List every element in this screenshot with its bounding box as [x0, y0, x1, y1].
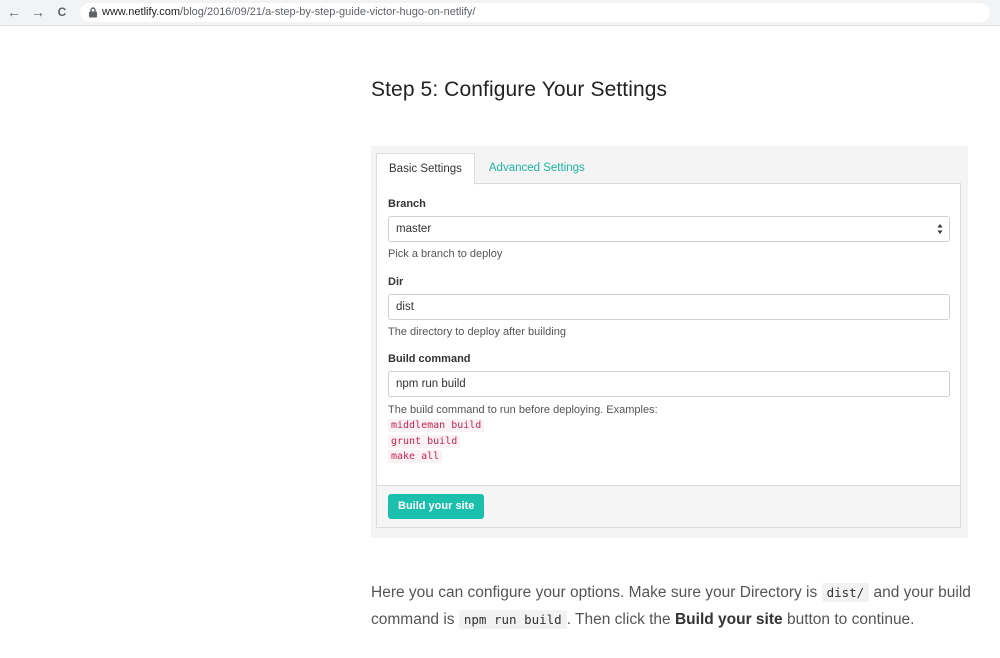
- branch-label: Branch: [388, 198, 426, 210]
- tab-advanced-settings[interactable]: Advanced Settings: [475, 153, 597, 184]
- back-arrow-icon[interactable]: ←: [6, 4, 22, 20]
- url-path: /blog/2016/09/21/a-step-by-step-guide-vi…: [180, 6, 476, 18]
- bold-build-your-site: Build your site: [674, 611, 783, 628]
- lock-icon: [89, 7, 97, 18]
- browser-toolbar: ← → C www.netlify.com/blog/2016/09/21/a-…: [0, 0, 1000, 26]
- address-bar[interactable]: www.netlify.com/blog/2016/09/21/a-step-b…: [80, 3, 990, 22]
- step-heading: Step 5: Configure Your Settings: [371, 78, 668, 101]
- instructions-paragraph: Here you can configure your options. Mak…: [371, 579, 971, 633]
- build-command-label: Build command: [388, 353, 471, 365]
- dir-field[interactable]: dist: [388, 294, 950, 320]
- dir-help: The directory to deploy after building: [388, 326, 566, 338]
- example-middleman: middleman build: [388, 419, 485, 432]
- build-command-help: The build command to run before deployin…: [388, 404, 658, 416]
- build-command-value: npm run build: [396, 378, 466, 390]
- build-command-field[interactable]: npm run build: [388, 371, 950, 397]
- dir-value: dist: [396, 301, 414, 313]
- branch-help: Pick a branch to deploy: [388, 248, 503, 260]
- branch-select[interactable]: master: [388, 216, 950, 242]
- tab-basic-settings[interactable]: Basic Settings: [376, 153, 475, 185]
- example-make: make all: [388, 450, 443, 463]
- url-domain: www.netlify.com: [102, 6, 181, 18]
- settings-form: Branch master Pick a branch to deploy Di…: [376, 183, 961, 486]
- forward-arrow-icon[interactable]: →: [30, 4, 46, 20]
- inline-code-dist: dist/: [821, 583, 870, 602]
- build-site-button[interactable]: Build your site: [388, 494, 485, 519]
- paragraph-text-1: Here you can configure your options. Mak…: [371, 584, 822, 601]
- inline-code-npm-run-build: npm run build: [458, 610, 567, 629]
- reload-icon[interactable]: C: [54, 4, 70, 20]
- paragraph-text-3: . Then click the: [566, 611, 675, 628]
- settings-screenshot: Basic Settings Advanced Settings Branch …: [371, 146, 968, 538]
- select-arrows-icon: [937, 224, 943, 234]
- dir-label: Dir: [388, 276, 404, 288]
- settings-tabs: Basic Settings Advanced Settings: [376, 153, 597, 185]
- paragraph-text-4: button to continue.: [782, 611, 915, 628]
- example-grunt: grunt build: [388, 435, 461, 448]
- settings-footer: Build your site: [376, 486, 961, 528]
- branch-value: master: [396, 223, 432, 235]
